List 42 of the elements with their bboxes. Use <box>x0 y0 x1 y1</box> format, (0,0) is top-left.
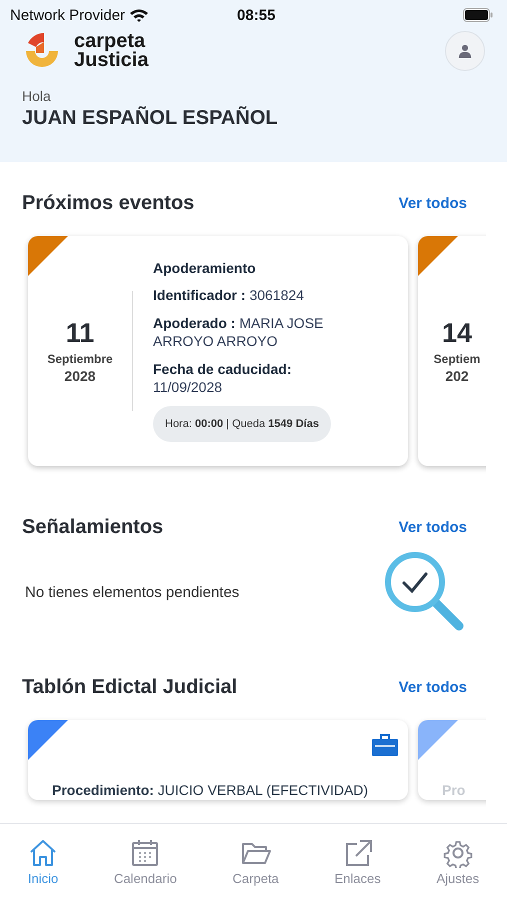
event-day: 11 <box>66 318 94 349</box>
section-title: Próximos eventos <box>22 192 194 214</box>
procedure-text: Procedimiento: JUICIO VERBAL (EFECTIVIDAD) <box>52 782 368 800</box>
see-all-link[interactable]: Ver todos <box>398 518 467 536</box>
event-year: 2028 <box>64 368 96 384</box>
event-card[interactable]: 11 Septiembre 2028 Apoderamiento Identificador : 3061824 Apoderado : MARIA JOSE ARROYO ARROYO Fecha de caducidad: 11/09/2028 Hora: 00:00 | Queda 1549 Días <box>28 236 408 466</box>
carrier-name: Network Provider <box>10 6 126 24</box>
event-field: Identificador : 3061824 <box>153 286 363 304</box>
profile-button[interactable] <box>445 31 485 71</box>
logo-text: Justicia <box>74 51 148 70</box>
home-icon <box>28 838 58 868</box>
wifi-icon <box>129 8 150 22</box>
logo-text: carpeta <box>74 32 146 51</box>
tab-item[interactable]: Enlaces <box>334 838 381 886</box>
see-all-link[interactable]: Ver todos <box>398 194 467 212</box>
tab-item[interactable]: Inicio <box>28 838 58 886</box>
user-name: JUAN ESPAÑOL ESPAÑOL <box>22 107 279 130</box>
section-title: Señalamientos <box>22 516 164 538</box>
event-month: Septiembre <box>47 352 113 366</box>
see-all-link[interactable]: Ver todos <box>398 678 467 696</box>
tab-item[interactable]: Carpeta <box>232 838 279 886</box>
greeting-text: Hola <box>22 88 52 104</box>
tab-item[interactable]: Calendario <box>114 838 177 886</box>
time-remaining-chip: Hora: 00:00 | Queda 1549 Días <box>153 406 331 442</box>
edict-card[interactable]: Procedimiento: JUICIO VERBAL (EFECTIVIDAD) <box>28 720 408 800</box>
briefcase-icon <box>372 734 398 756</box>
person-icon <box>458 44 472 58</box>
event-month: Septiem <box>434 352 480 366</box>
expiry-label: Fecha de caducidad: <box>153 360 292 378</box>
empty-message: No tienes elementos pendientes <box>25 584 240 600</box>
event-title: Apoderamiento <box>153 260 257 276</box>
event-card[interactable]: 14 Septiem 202 <box>418 236 486 466</box>
calendar-icon <box>130 838 160 868</box>
settings-icon <box>442 838 473 868</box>
tab-item[interactable]: Ajustes <box>436 838 480 886</box>
section-title: Tablón Edictal Judicial <box>22 676 238 698</box>
battery-icon <box>463 8 493 22</box>
expiry-date: 11/09/2028 <box>153 378 224 396</box>
clock-time: 08:55 <box>237 6 276 24</box>
event-day: 14 <box>442 318 472 349</box>
event-year: 202 <box>445 368 469 384</box>
event-field: Apoderado : MARIA JOSE ARROYO ARROYO <box>153 314 363 350</box>
